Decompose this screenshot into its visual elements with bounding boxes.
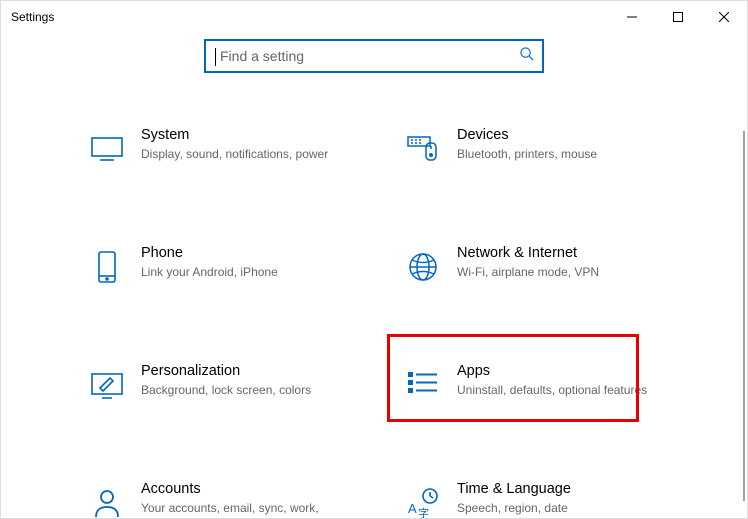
maximize-button[interactable]: [655, 1, 701, 33]
category-title: Time & Language: [457, 481, 661, 497]
category-desc: Wi-Fi, airplane mode, VPN: [457, 264, 661, 280]
personalization-icon: [87, 365, 127, 405]
svg-text:A: A: [408, 501, 417, 516]
scrollbar[interactable]: [743, 131, 745, 501]
window-title: Settings: [11, 10, 54, 24]
category-devices[interactable]: Devices Bluetooth, printers, mouse: [397, 123, 667, 183]
apps-icon: [403, 365, 443, 405]
svg-text:字: 字: [418, 506, 429, 518]
category-time-language[interactable]: A 字 Time & Language Speech, region, date: [397, 477, 667, 518]
category-desc: Background, lock screen, colors: [141, 382, 345, 398]
close-button[interactable]: [701, 1, 747, 33]
category-network[interactable]: Network & Internet Wi-Fi, airplane mode,…: [397, 241, 667, 301]
search-icon: [519, 46, 534, 66]
category-desc: Speech, region, date: [457, 500, 661, 516]
search-wrap: [1, 39, 747, 73]
minimize-button[interactable]: [609, 1, 655, 33]
categories-grid: System Display, sound, notifications, po…: [81, 123, 667, 518]
category-system[interactable]: System Display, sound, notifications, po…: [81, 123, 351, 183]
phone-icon: [87, 247, 127, 287]
category-title: Network & Internet: [457, 245, 661, 261]
category-apps[interactable]: Apps Uninstall, defaults, optional featu…: [397, 359, 667, 419]
globe-icon: [403, 247, 443, 287]
system-icon: [87, 129, 127, 169]
search-input[interactable]: [214, 48, 519, 64]
category-title: Accounts: [141, 481, 345, 497]
category-desc: Display, sound, notifications, power: [141, 146, 345, 162]
category-desc: Bluetooth, printers, mouse: [457, 146, 661, 162]
category-title: Personalization: [141, 363, 345, 379]
category-desc: Your accounts, email, sync, work, other …: [141, 500, 345, 518]
category-phone[interactable]: Phone Link your Android, iPhone: [81, 241, 351, 301]
category-title: System: [141, 127, 345, 143]
category-personalization[interactable]: Personalization Background, lock screen,…: [81, 359, 351, 419]
window-controls: [609, 1, 747, 33]
category-title: Apps: [457, 363, 661, 379]
accounts-icon: [87, 483, 127, 518]
titlebar: Settings: [1, 1, 747, 33]
category-desc: Link your Android, iPhone: [141, 264, 345, 280]
time-language-icon: A 字: [403, 483, 443, 518]
devices-icon: [403, 129, 443, 169]
category-title: Phone: [141, 245, 345, 261]
category-desc: Uninstall, defaults, optional features: [457, 382, 661, 398]
category-title: Devices: [457, 127, 661, 143]
search-box[interactable]: [204, 39, 544, 73]
category-accounts[interactable]: Accounts Your accounts, email, sync, wor…: [81, 477, 351, 518]
text-caret: [215, 48, 216, 66]
content-area: System Display, sound, notifications, po…: [1, 33, 747, 518]
